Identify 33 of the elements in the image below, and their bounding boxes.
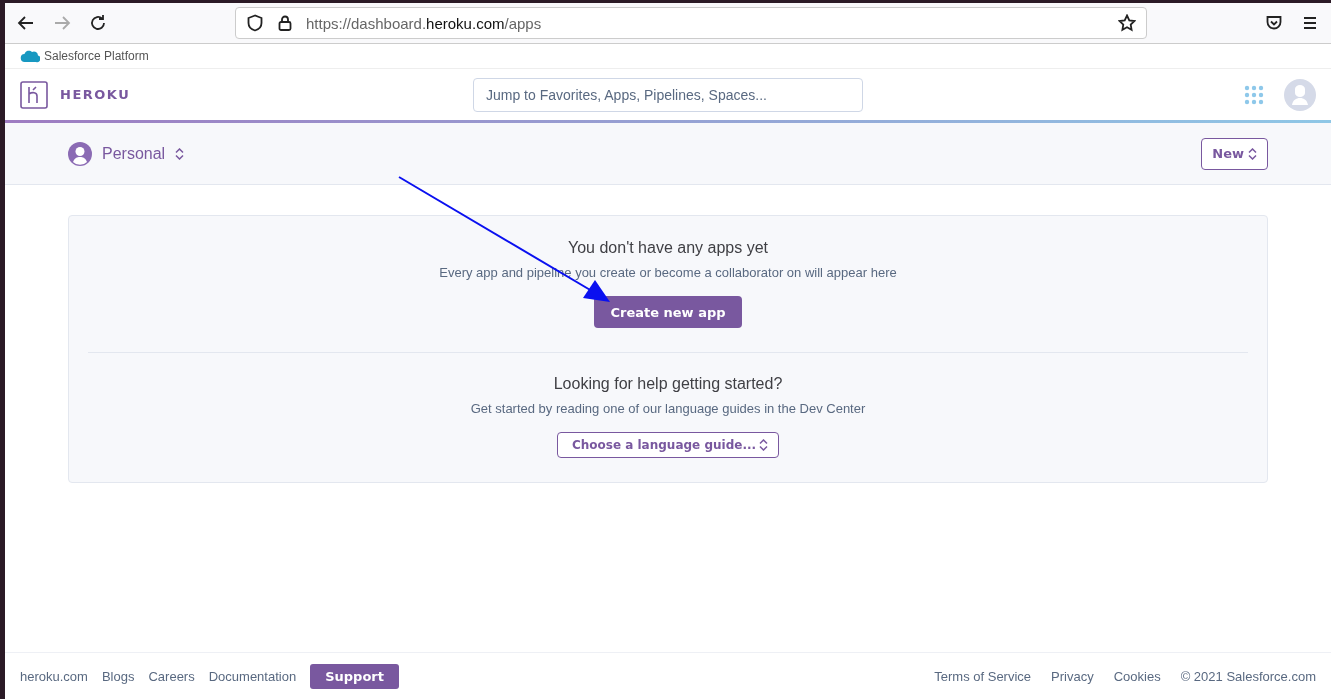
shield-icon — [246, 14, 264, 32]
new-button[interactable]: New — [1201, 137, 1268, 170]
footer-link[interactable]: heroku.com — [20, 668, 88, 684]
address-field[interactable]: https://dashboard.heroku.com/apps — [235, 7, 1147, 39]
footer-link[interactable]: Blogs — [101, 668, 135, 684]
language-guide-select[interactable]: Choose a language guide... — [556, 432, 780, 458]
logo-icon[interactable] — [20, 80, 48, 109]
copyright: © 2021 Salesforce.com — [1180, 668, 1316, 684]
footer-link[interactable]: Documentation — [208, 668, 297, 684]
footer-link[interactable]: Cookies — [1113, 668, 1161, 684]
cloud-icon — [20, 49, 40, 63]
footer-link[interactable]: Careers — [148, 668, 195, 684]
sort-icon — [1248, 147, 1257, 160]
back-icon[interactable] — [17, 14, 35, 32]
sort-icon — [759, 439, 769, 451]
footer-link[interactable]: Privacy — [1051, 668, 1094, 684]
menu-icon[interactable] — [1301, 14, 1319, 32]
help-text: Get started by reading one of our language guides in the Dev Center — [470, 401, 866, 416]
support-button[interactable]: Support — [310, 663, 399, 689]
reload-icon[interactable] — [89, 14, 107, 32]
search-field[interactable]: Jump to Favorites, Apps, Pipelines, Spaces... — [473, 78, 863, 112]
account-switcher[interactable]: Personal — [68, 141, 185, 166]
footer-link[interactable]: Terms of Service — [934, 668, 1032, 684]
user-icon — [68, 141, 92, 166]
empty-state-title: You don't have any apps yet — [568, 239, 768, 257]
create-app-button[interactable]: Create new app — [594, 296, 742, 328]
star-icon[interactable] — [1118, 14, 1136, 32]
brand-name[interactable]: HEROKU — [60, 87, 131, 102]
lock-icon — [276, 14, 294, 32]
pocket-icon[interactable] — [1265, 14, 1283, 32]
help-title: Looking for help getting started? — [553, 375, 783, 393]
platform-label: Salesforce Platform — [44, 49, 149, 63]
sort-icon — [175, 147, 185, 160]
